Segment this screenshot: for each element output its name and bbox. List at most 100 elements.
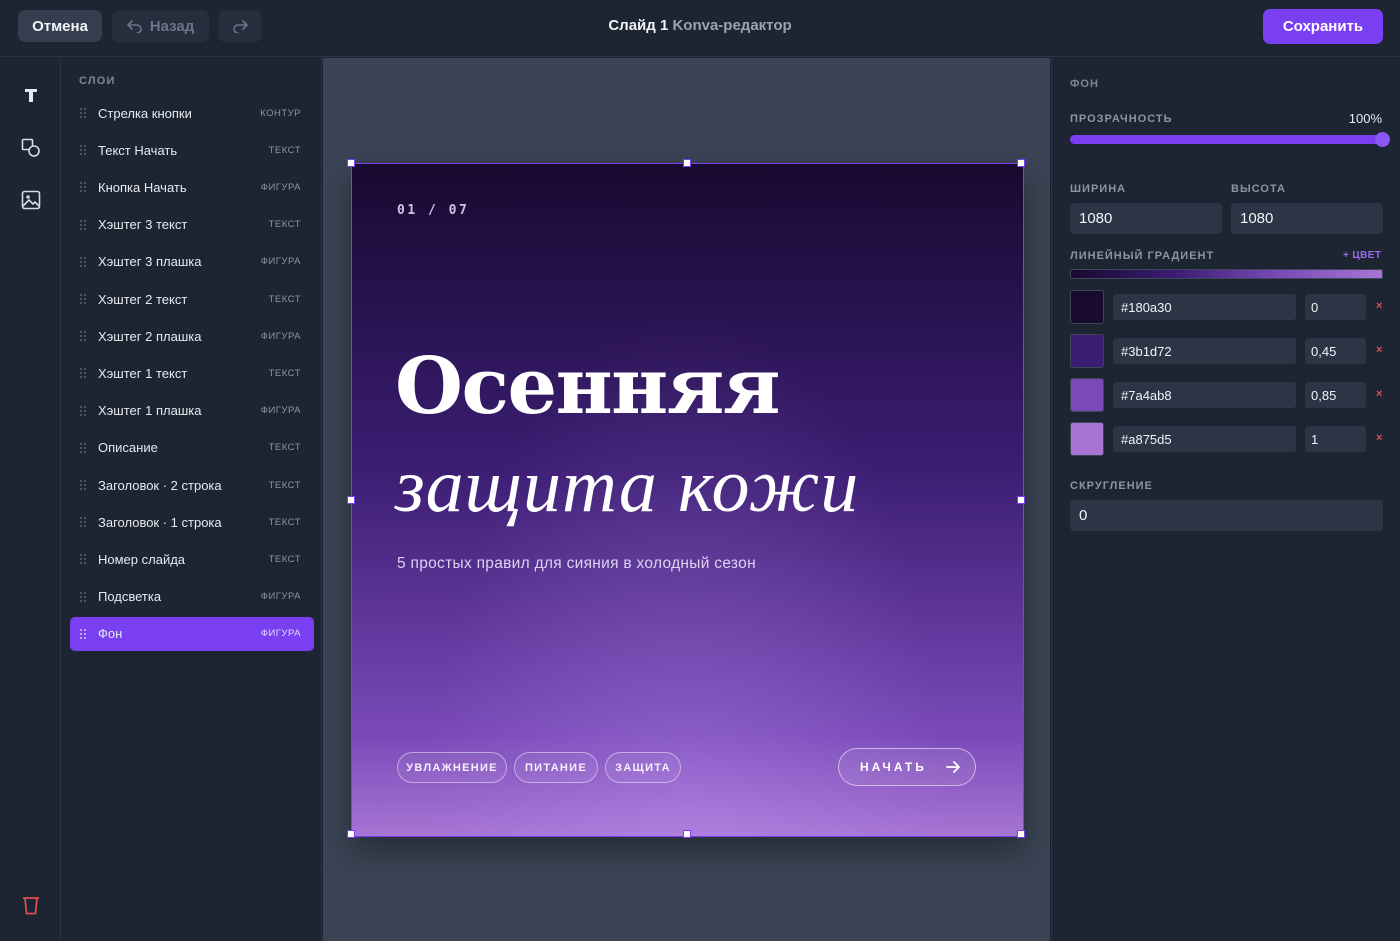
resize-handle-left[interactable] bbox=[347, 496, 355, 504]
hex-color-input[interactable]: #180a30 bbox=[1113, 294, 1296, 320]
drag-handle-icon[interactable] bbox=[80, 108, 87, 119]
layer-type: ТЕКСТ bbox=[268, 479, 301, 491]
resize-handle-right[interactable] bbox=[1017, 496, 1025, 504]
arrow-right-icon bbox=[946, 761, 960, 773]
layer-item[interactable]: Хэштег 3 плашка ФИГУРА bbox=[70, 245, 314, 279]
slide-number[interactable]: 01 / 07 bbox=[397, 203, 469, 218]
resize-handle-top[interactable] bbox=[683, 159, 691, 167]
image-tool-button[interactable] bbox=[18, 187, 44, 213]
layer-item[interactable]: Хэштег 3 текст ТЕКСТ bbox=[70, 208, 314, 242]
remove-stop-icon[interactable]: × bbox=[1376, 388, 1382, 400]
hex-color-input[interactable]: #a875d5 bbox=[1113, 426, 1296, 452]
radius-input[interactable]: 0 bbox=[1070, 500, 1383, 531]
layer-item[interactable]: Заголовок · 2 строка ТЕКСТ bbox=[70, 468, 314, 502]
heading-line-1[interactable]: Осенняя bbox=[395, 341, 781, 432]
layer-name: Хэштег 2 плашка bbox=[98, 328, 202, 344]
layer-type: КОНТУР bbox=[260, 107, 301, 119]
color-swatch[interactable] bbox=[1070, 290, 1104, 324]
drag-handle-icon[interactable] bbox=[80, 480, 87, 491]
color-swatch[interactable] bbox=[1070, 422, 1104, 456]
layer-item[interactable]: Подсветка ФИГУРА bbox=[70, 580, 314, 614]
hashtag-3[interactable]: ЗАЩИТА bbox=[605, 752, 681, 783]
color-swatch[interactable] bbox=[1070, 378, 1104, 412]
layer-type: ТЕКСТ bbox=[268, 516, 301, 528]
drag-handle-icon[interactable] bbox=[80, 517, 87, 528]
title-sub: Konva-редактор bbox=[672, 17, 792, 34]
remove-stop-icon[interactable]: × bbox=[1376, 300, 1382, 312]
width-label: ШИРИНА bbox=[1070, 183, 1127, 195]
layer-name: Хэштег 1 текст bbox=[98, 365, 188, 381]
layer-name: Хэштег 2 текст bbox=[98, 291, 188, 307]
layer-item[interactable]: Хэштег 2 текст ТЕКСТ bbox=[70, 282, 314, 316]
stop-offset-input[interactable]: 0 bbox=[1305, 294, 1366, 320]
delete-button[interactable] bbox=[18, 892, 44, 918]
title-main: Слайд 1 bbox=[608, 17, 669, 34]
layer-item[interactable]: Фон ФИГУРА bbox=[70, 616, 314, 651]
drag-handle-icon[interactable] bbox=[80, 368, 87, 379]
stop-offset-input[interactable]: 0,45 bbox=[1305, 338, 1366, 364]
save-button[interactable]: Сохранить bbox=[1263, 9, 1383, 44]
layer-type: ФИГУРА bbox=[260, 628, 301, 640]
layer-type: ТЕКСТ bbox=[268, 442, 301, 454]
gradient-label: ЛИНЕЙНЫЙ ГРАДИЕНТ bbox=[1070, 250, 1215, 262]
layer-name: Хэштег 1 плашка bbox=[98, 403, 202, 419]
layers-heading: СЛОИ bbox=[79, 75, 116, 87]
layer-name: Подсветка bbox=[98, 589, 162, 605]
shapes-tool-button[interactable] bbox=[18, 135, 44, 161]
resize-handle-top-left[interactable] bbox=[347, 159, 355, 167]
drag-handle-icon[interactable] bbox=[80, 182, 87, 193]
layer-name: Фон bbox=[98, 626, 123, 642]
drag-handle-icon[interactable] bbox=[80, 591, 87, 603]
slide-description[interactable]: 5 простых правил для сияния в холодный с… bbox=[397, 555, 756, 573]
layer-type: ФИГУРА bbox=[260, 591, 301, 603]
page-title: Слайд 1 Konva-редактор bbox=[0, 17, 1400, 34]
resize-handle-bottom-left[interactable] bbox=[347, 830, 355, 838]
drag-handle-icon[interactable] bbox=[80, 405, 87, 417]
resize-handle-bottom[interactable] bbox=[683, 830, 691, 838]
layer-item[interactable]: Кнопка Начать ФИГУРА bbox=[70, 170, 314, 204]
drag-handle-icon[interactable] bbox=[80, 554, 87, 565]
drag-handle-icon[interactable] bbox=[80, 628, 87, 640]
gradient-preview[interactable] bbox=[1070, 269, 1383, 279]
start-button-shape[interactable]: НАЧАТЬ bbox=[838, 748, 976, 786]
add-color-button[interactable]: + ЦВЕТ bbox=[1343, 250, 1381, 261]
resize-handle-bottom-right[interactable] bbox=[1017, 830, 1025, 838]
layer-item[interactable]: Хэштег 1 плашка ФИГУРА bbox=[70, 394, 314, 428]
hex-color-input[interactable]: #7a4ab8 bbox=[1113, 382, 1296, 408]
layer-item[interactable]: Текст Начать ТЕКСТ bbox=[70, 133, 314, 167]
opacity-slider-handle[interactable] bbox=[1375, 132, 1390, 147]
stop-offset-input[interactable]: 0,85 bbox=[1305, 382, 1366, 408]
stop-offset-input[interactable]: 1 bbox=[1305, 426, 1366, 452]
layer-item[interactable]: Заголовок · 1 строка ТЕКСТ bbox=[70, 505, 314, 539]
resize-handle-top-right[interactable] bbox=[1017, 159, 1025, 167]
hashtag-1[interactable]: УВЛАЖНЕНИЕ bbox=[397, 752, 507, 783]
tool-rail bbox=[0, 58, 61, 941]
slide-canvas[interactable]: 01 / 07 Осенняя защита кожи 5 простых пр… bbox=[351, 163, 1024, 837]
text-tool-button[interactable] bbox=[18, 82, 44, 108]
heading-line-2[interactable]: защита кожи bbox=[395, 443, 859, 530]
layer-type: ФИГУРА bbox=[260, 330, 301, 342]
height-input[interactable]: 1080 bbox=[1231, 203, 1383, 234]
remove-stop-icon[interactable]: × bbox=[1376, 344, 1382, 356]
layer-item[interactable]: Хэштег 1 текст ТЕКСТ bbox=[70, 356, 314, 390]
opacity-slider[interactable] bbox=[1070, 132, 1390, 147]
width-input[interactable]: 1080 bbox=[1070, 203, 1222, 234]
layer-name: Номер слайда bbox=[98, 551, 186, 567]
hashtag-2[interactable]: ПИТАНИЕ bbox=[514, 752, 598, 783]
layer-item[interactable]: Описание ТЕКСТ bbox=[70, 431, 314, 465]
opacity-label: ПРОЗРАЧНОСТЬ bbox=[1070, 113, 1173, 125]
drag-handle-icon[interactable] bbox=[80, 219, 87, 231]
drag-handle-icon[interactable] bbox=[80, 294, 87, 305]
drag-handle-icon[interactable] bbox=[80, 145, 87, 156]
layer-item[interactable]: Хэштег 2 плашка ФИГУРА bbox=[70, 319, 314, 353]
color-swatch[interactable] bbox=[1070, 334, 1104, 368]
remove-stop-icon[interactable]: × bbox=[1376, 432, 1382, 444]
trash-icon bbox=[23, 896, 39, 914]
drag-handle-icon[interactable] bbox=[80, 256, 87, 268]
drag-handle-icon[interactable] bbox=[80, 442, 87, 454]
layer-item[interactable]: Номер слайда ТЕКСТ bbox=[70, 542, 314, 576]
layer-item[interactable]: Стрелка кнопки КОНТУР bbox=[70, 96, 314, 130]
drag-handle-icon[interactable] bbox=[80, 331, 87, 342]
image-icon bbox=[21, 190, 41, 210]
hex-color-input[interactable]: #3b1d72 bbox=[1113, 338, 1296, 364]
